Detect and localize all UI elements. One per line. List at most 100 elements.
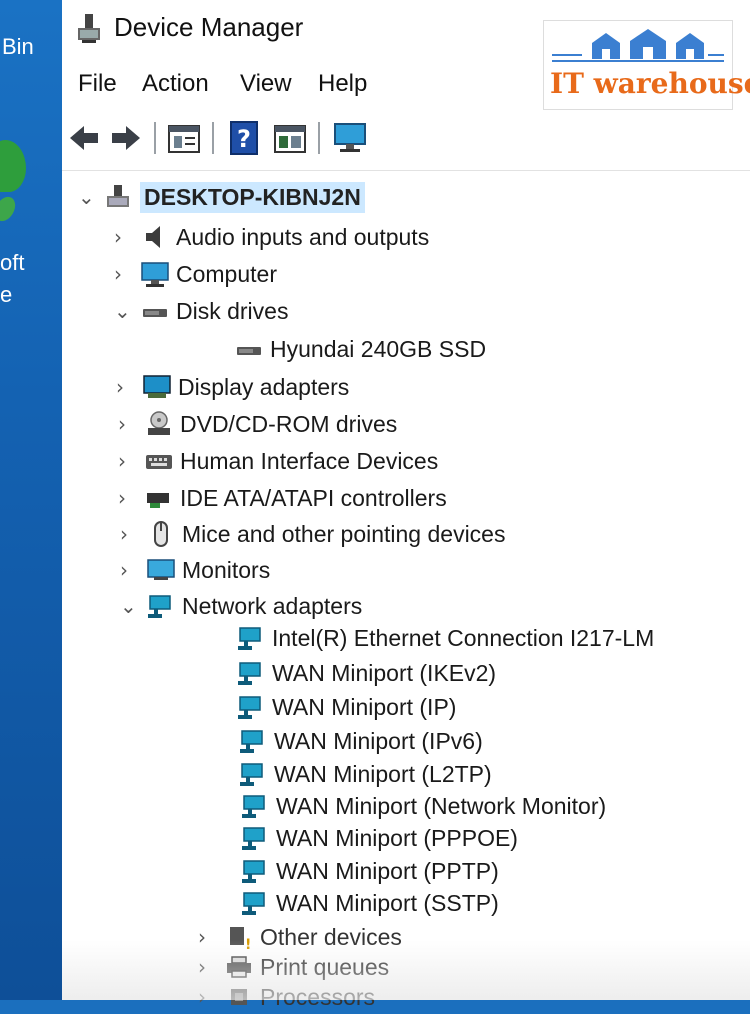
tree-child-network-6[interactable]: WAN Miniport (PPPOE) (232, 821, 518, 855)
keyboard-icon (146, 455, 172, 469)
expand-chevron-icon[interactable]: › (116, 375, 134, 399)
disk-drive-icon (143, 309, 167, 317)
tree-item-monitors[interactable]: › Monitors (120, 553, 270, 587)
expand-chevron-icon[interactable]: › (120, 558, 138, 582)
network-adapter-icon (238, 627, 261, 650)
menu-view[interactable]: View (240, 70, 292, 98)
toolbar-separator-2 (212, 122, 214, 154)
desktop-app-icon[interactable] (0, 140, 26, 192)
monitor-scan-icon[interactable] (332, 120, 368, 156)
tree-root[interactable]: ⌄ DESKTOP-KIBNJ2N (78, 180, 365, 214)
desktop-recycle-bin-label[interactable]: Bin (2, 34, 34, 60)
expand-chevron-icon[interactable]: › (120, 522, 138, 546)
svg-text:?: ? (237, 125, 251, 153)
network-adapter-icon (242, 892, 265, 915)
expand-chevron-icon[interactable]: › (198, 955, 216, 979)
tree-item-audio[interactable]: › Audio inputs and outputs (114, 220, 429, 254)
tree-item-label: Computer (176, 260, 277, 287)
collapse-chevron-icon[interactable]: ⌄ (120, 594, 138, 618)
tree-item-computer[interactable]: › Computer (114, 257, 277, 291)
it-warehouse-logo: IT warehouse (543, 20, 750, 110)
back-arrow-icon[interactable] (66, 120, 102, 156)
expand-chevron-icon[interactable]: › (118, 412, 136, 436)
root-label: DESKTOP-KIBNJ2N (140, 181, 365, 213)
tree-item-label: Processors (260, 983, 376, 1010)
tree-item-label: Network adapters (182, 592, 363, 619)
logo-text: IT warehouse (550, 67, 750, 100)
tree-child-label: WAN Miniport (IPv6) (274, 727, 483, 754)
tree-child-network-0[interactable]: Intel(R) Ethernet Connection I217-LM (228, 621, 654, 655)
toolbar-separator (154, 122, 156, 154)
collapse-chevron-icon[interactable]: ⌄ (114, 299, 132, 323)
expand-chevron-icon[interactable]: › (198, 925, 216, 949)
expand-chevron-icon[interactable]: › (114, 225, 132, 249)
disk-drive-icon (237, 347, 261, 355)
network-adapter-icon (240, 730, 263, 753)
svg-text:!: ! (245, 937, 251, 951)
tree-child-network-2[interactable]: WAN Miniport (IP) (228, 690, 456, 724)
tree-item-print-queues[interactable]: › Print queues (198, 950, 389, 984)
desktop-shortcut-label-2[interactable]: e (0, 282, 12, 308)
tree-child-network-1[interactable]: WAN Miniport (IKEv2) (228, 656, 496, 690)
collapse-chevron-icon[interactable]: ⌄ (78, 185, 96, 209)
network-adapter-icon (242, 860, 265, 883)
update-driver-icon[interactable] (272, 120, 308, 156)
tree-item-ide[interactable]: › IDE ATA/ATAPI controllers (118, 481, 447, 515)
display-adapter-icon (143, 375, 171, 398)
tree-child-label: WAN Miniport (PPPOE) (276, 824, 518, 851)
tree-child-network-3[interactable]: WAN Miniport (IPv6) (230, 724, 483, 758)
tree-child-network-4[interactable]: WAN Miniport (L2TP) (230, 757, 492, 791)
printer-icon (227, 956, 251, 978)
device-manager-icon (78, 14, 100, 43)
tree-child-network-7[interactable]: WAN Miniport (PPTP) (232, 854, 499, 888)
tree-item-dvd[interactable]: › DVD/CD-ROM drives (118, 407, 397, 441)
tree-item-processors[interactable]: › Processors (198, 980, 375, 1014)
tree-divider (62, 170, 750, 171)
desktop-background: Bin oft e (0, 0, 62, 1000)
tree-item-label: Display adapters (178, 373, 350, 400)
network-adapter-icon (240, 763, 263, 786)
tree-item-other-devices[interactable]: › ! Other devices (198, 920, 402, 954)
tree-item-display-adapters[interactable]: › Display adapters (116, 370, 349, 404)
tree-item-label: Human Interface Devices (180, 447, 439, 474)
toolbar: ? (62, 112, 750, 164)
device-manager-window: Device Manager File Action View Help ? ⌄… (62, 0, 750, 1010)
tree-child-network-5[interactable]: WAN Miniport (Network Monitor) (232, 789, 606, 823)
ide-controller-icon (147, 493, 169, 508)
tree-child-label: Intel(R) Ethernet Connection I217-LM (272, 624, 655, 651)
monitor-icon (147, 559, 175, 580)
speaker-icon (146, 226, 160, 248)
houses-logo-icon (552, 29, 724, 62)
tree-item-label: Audio inputs and outputs (176, 223, 430, 250)
tree-child-network-8[interactable]: WAN Miniport (SSTP) (232, 886, 499, 920)
network-adapter-icon (238, 696, 261, 719)
tree-item-label: Print queues (260, 953, 390, 980)
tree-child-label: WAN Miniport (L2TP) (274, 760, 492, 787)
properties-icon[interactable] (166, 120, 202, 156)
menu-file[interactable]: File (78, 70, 117, 98)
tree-item-label: Mice and other pointing devices (182, 520, 506, 547)
tree-item-label: Disk drives (176, 297, 289, 324)
tree-item-hid[interactable]: › Human Interface Devices (118, 444, 438, 478)
processor-icon (231, 989, 247, 1005)
tree-child-label: WAN Miniport (PPTP) (276, 857, 499, 884)
tree-item-label: Other devices (260, 923, 402, 950)
tree-item-mice[interactable]: › Mice and other pointing devices (120, 517, 505, 551)
menu-help[interactable]: Help (318, 70, 367, 98)
tree-item-label: DVD/CD-ROM drives (180, 410, 398, 437)
expand-chevron-icon[interactable]: › (118, 486, 136, 510)
tree-item-disk-drives[interactable]: ⌄ Disk drives (114, 294, 288, 328)
tree-item-network[interactable]: ⌄ Network adapters (120, 589, 362, 623)
help-icon[interactable]: ? (226, 120, 262, 156)
tree-child-disk[interactable]: Hyundai 240GB SSD (226, 332, 486, 366)
expand-chevron-icon[interactable]: › (198, 985, 216, 1009)
expand-chevron-icon[interactable]: › (114, 262, 132, 286)
desktop-app-icon-detail (0, 193, 20, 225)
tree-item-label: Monitors (182, 556, 271, 583)
menu-action[interactable]: Action (142, 70, 209, 98)
expand-chevron-icon[interactable]: › (118, 449, 136, 473)
network-adapter-icon (242, 827, 265, 850)
forward-arrow-icon[interactable] (108, 120, 144, 156)
desktop-shortcut-label[interactable]: oft (0, 250, 24, 276)
mouse-icon (154, 521, 168, 547)
